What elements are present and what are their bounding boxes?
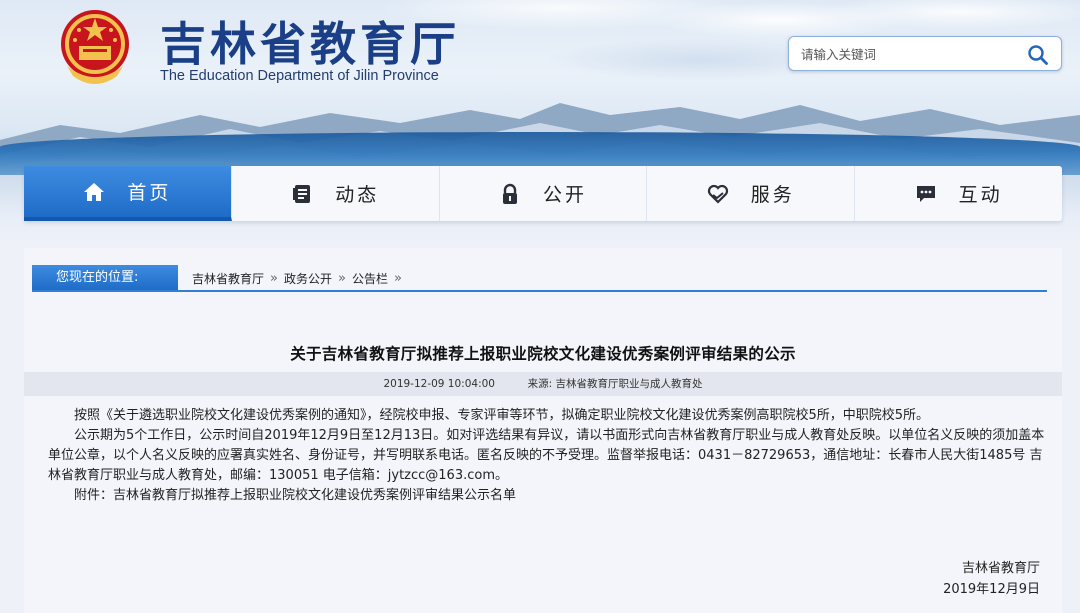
- search-input[interactable]: [801, 44, 1021, 64]
- home-icon: [84, 182, 105, 201]
- chevron-double-right-icon: »: [270, 271, 278, 286]
- content-panel: 您现在的位置: 吉林省教育厅 » 政务公开 » 公告栏 » 关于吉林省教育厅拟推…: [24, 248, 1062, 613]
- nav-item-label: 动态: [335, 184, 380, 206]
- article-paragraph: 按照《关于遴选职业院校文化建设优秀案例的通知》，经院校申报、专家评审等环节，拟确…: [74, 408, 930, 423]
- search-icon[interactable]: [1027, 44, 1049, 66]
- lock-icon: [502, 183, 517, 204]
- article-body: 按照《关于遴选职业院校文化建设优秀案例的通知》，经院校申报、专家评审等环节，拟确…: [48, 406, 1048, 506]
- breadcrumb-trail: 吉林省教育厅 » 政务公开 » 公告栏 »: [192, 270, 408, 287]
- nav-item-label: 服务: [750, 184, 795, 206]
- article-source: 来源: 吉林省教育厅职业与成人教育处: [527, 378, 703, 390]
- national-emblem-icon: [61, 10, 129, 84]
- breadcrumb-link-public[interactable]: 政务公开: [284, 270, 332, 287]
- article-meta: 2019-12-09 10:04:00 来源: 吉林省教育厅职业与成人教育处: [24, 372, 1062, 396]
- nav-item-public[interactable]: 公开: [440, 166, 648, 221]
- breadcrumb-link-home[interactable]: 吉林省教育厅: [192, 270, 264, 287]
- signature-org: 吉林省教育厅: [961, 561, 1040, 576]
- article-signature: 吉林省教育厅 2019年12月9日: [943, 558, 1040, 600]
- chevron-double-right-icon: »: [338, 271, 346, 286]
- chat-icon: [916, 185, 935, 202]
- article-paragraph: 公示期为5个工作日，公示时间自2019年12月9日至12月13日。如对评选结果有…: [48, 428, 1045, 483]
- breadcrumb-label: 您现在的位置:: [32, 265, 178, 290]
- chevron-double-right-icon: »: [393, 271, 402, 286]
- search-box: [788, 36, 1062, 71]
- main-nav: 首页 动态 公开 服务 互动: [24, 166, 1062, 221]
- nav-item-label: 互动: [958, 184, 1003, 206]
- breadcrumb-link-notice[interactable]: 公告栏: [352, 270, 388, 287]
- nav-item-home[interactable]: 首页: [24, 166, 232, 221]
- document-icon: [293, 184, 311, 203]
- nav-item-label: 公开: [542, 184, 587, 206]
- nav-item-interact[interactable]: 互动: [855, 166, 1062, 221]
- site-subtitle: The Education Department of Jilin Provin…: [160, 68, 439, 84]
- heart-hand-icon: [707, 184, 728, 204]
- nav-item-service[interactable]: 服务: [647, 166, 856, 221]
- nav-item-label: 首页: [127, 182, 172, 204]
- article-attachment-link[interactable]: 附件：吉林省教育厅拟推荐上报职业院校文化建设优秀案例评审结果公示名单: [48, 486, 1048, 506]
- breadcrumb: 您现在的位置: 吉林省教育厅 » 政务公开 » 公告栏 »: [32, 264, 1047, 292]
- signature-date: 2019年12月9日: [943, 582, 1040, 597]
- nav-item-news[interactable]: 动态: [232, 166, 440, 221]
- site-title: 吉林省教育厅: [160, 17, 460, 71]
- article-date: 2019-12-09 10:04:00: [383, 378, 495, 390]
- article-title: 关于吉林省教育厅拟推荐上报职业院校文化建设优秀案例评审结果的公示: [290, 345, 796, 363]
